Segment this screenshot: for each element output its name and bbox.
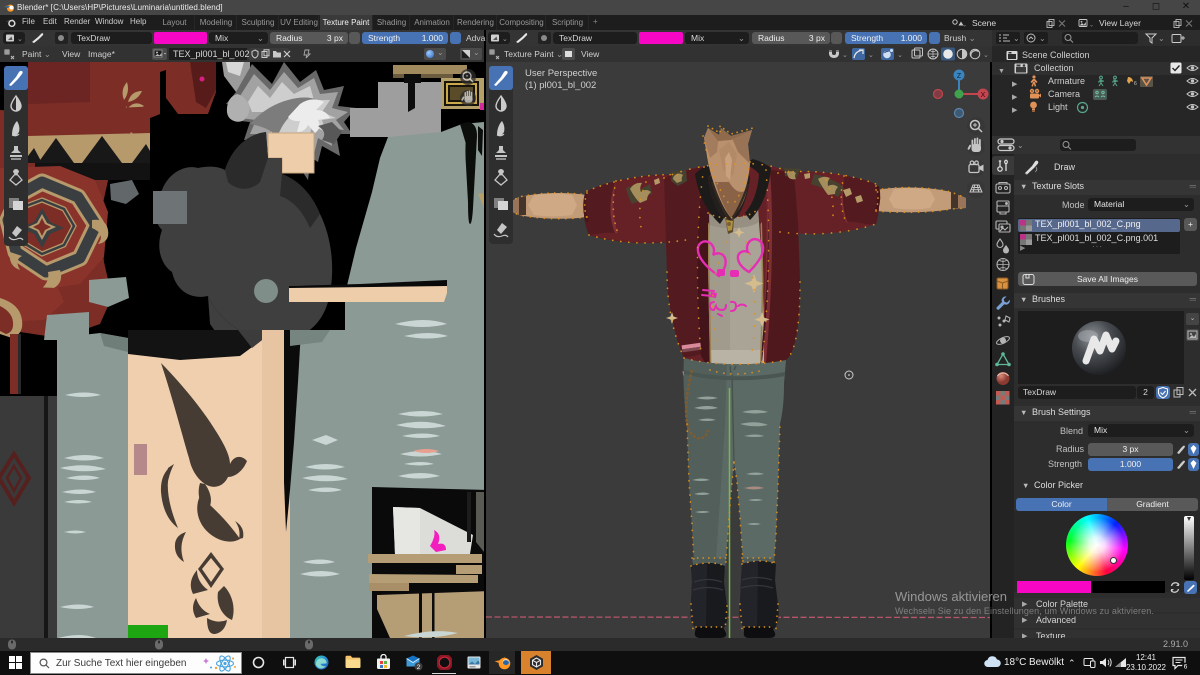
svg-text:⌄: ⌄ xyxy=(983,52,989,59)
svg-text:6: 6 xyxy=(1134,81,1137,87)
svg-text:Z: Z xyxy=(957,73,962,80)
svg-text:⌄: ⌄ xyxy=(868,52,874,59)
svg-text:⌄: ⌄ xyxy=(897,52,903,59)
svg-text:6: 6 xyxy=(1184,664,1188,671)
svg-text:⌄: ⌄ xyxy=(1013,34,1020,43)
svg-text:⌄: ⌄ xyxy=(1158,34,1165,43)
svg-text:⌄: ⌄ xyxy=(1039,34,1046,43)
svg-text:⌄: ⌄ xyxy=(1017,141,1024,150)
svg-text:X: X xyxy=(981,92,986,99)
svg-text:⌄: ⌄ xyxy=(1089,23,1094,29)
svg-text:2: 2 xyxy=(417,664,421,671)
svg-text:⌄: ⌄ xyxy=(842,52,848,59)
svg-text:⌄: ⌄ xyxy=(962,23,967,29)
svg-text:⌄: ⌄ xyxy=(502,36,508,43)
svg-text:⌄: ⌄ xyxy=(17,36,23,43)
